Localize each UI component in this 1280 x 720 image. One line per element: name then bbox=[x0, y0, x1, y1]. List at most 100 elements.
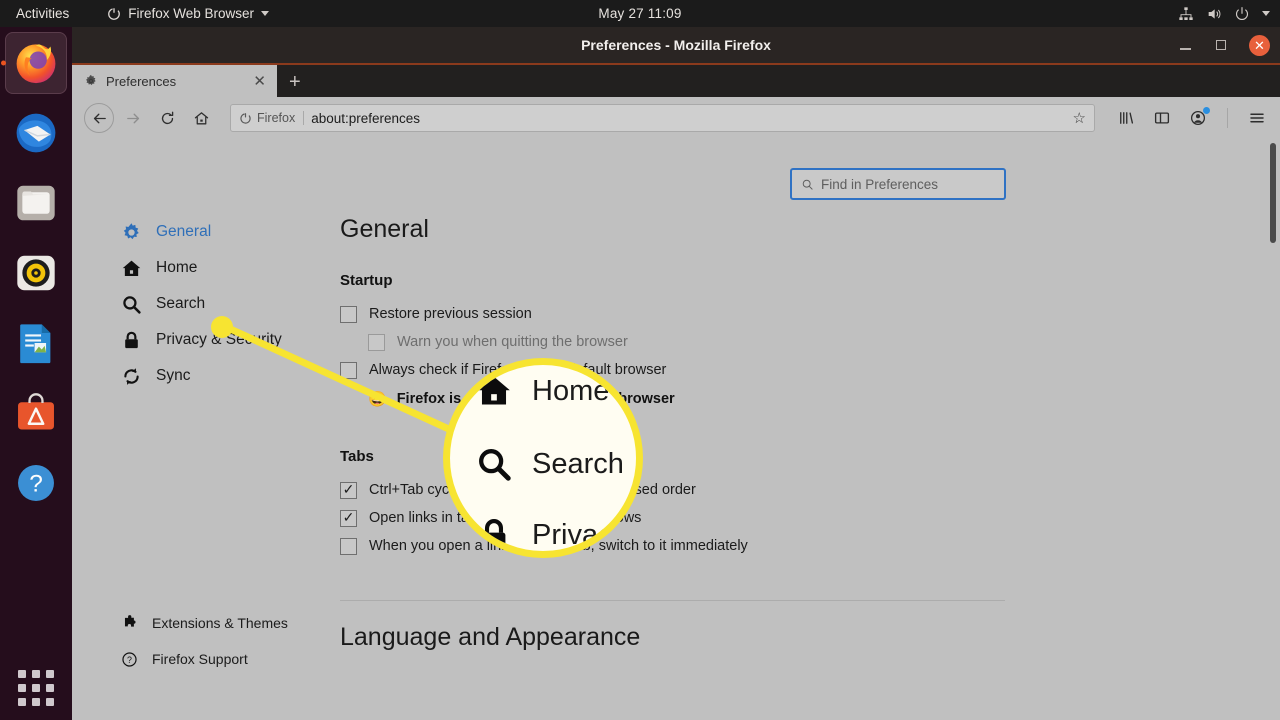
grid-dot bbox=[32, 670, 40, 678]
reload-icon bbox=[161, 111, 173, 124]
grid-dot bbox=[46, 670, 54, 678]
sidebar-item-extensions-themes[interactable]: Extensions & Themes bbox=[112, 611, 352, 635]
firefox-window: Preferences - Mozilla Firefox ✕ Preferen… bbox=[72, 27, 1280, 720]
checkbox-row-default-browser-check[interactable]: Always check if Firefox is your default … bbox=[340, 356, 1020, 384]
language-appearance-heading: Language and Appearance bbox=[340, 623, 641, 651]
forward-arrow-icon bbox=[126, 113, 139, 123]
hamburger-menu-icon bbox=[1250, 113, 1264, 123]
checkmark-icon: ✓ bbox=[342, 481, 355, 497]
minimize-button[interactable] bbox=[1177, 37, 1193, 53]
tabs-heading: Tabs bbox=[340, 448, 374, 465]
navigation-toolbar: Firefox about:preferences ☆ bbox=[72, 97, 1280, 139]
bookmark-star-icon[interactable]: ☆ bbox=[1073, 109, 1086, 127]
sidebar-item-label: Home bbox=[156, 259, 198, 276]
volume-icon bbox=[1208, 8, 1221, 19]
checkbox[interactable]: ✓ bbox=[340, 481, 357, 499]
close-button[interactable]: ✕ bbox=[1249, 34, 1270, 56]
checkbox-row-ctrl-tab[interactable]: ✓ Ctrl+Tab cycles through tabs in recent… bbox=[340, 476, 1020, 504]
sidebar-item-label: Extensions & Themes bbox=[152, 615, 288, 631]
checkbox-label: Restore previous session bbox=[369, 306, 532, 322]
toolbar-divider bbox=[1227, 108, 1228, 128]
identity-chip[interactable]: Firefox bbox=[239, 111, 305, 125]
magnifier-callout: Home Search Privacy bbox=[443, 358, 643, 558]
home-button[interactable] bbox=[186, 103, 216, 133]
forward-button[interactable] bbox=[118, 103, 148, 133]
checkbox[interactable] bbox=[368, 333, 385, 351]
account-notification-dot bbox=[1203, 107, 1210, 114]
checkmark-icon: ✓ bbox=[342, 509, 355, 525]
window-title: Preferences - Mozilla Firefox bbox=[581, 37, 771, 53]
sidebar-item-firefox-support[interactable]: ? Firefox Support bbox=[112, 647, 352, 671]
firefox-icon bbox=[240, 112, 251, 124]
checkbox-row-warn-quitting[interactable]: Warn you when quitting the browser bbox=[340, 328, 1020, 356]
gear-icon bbox=[120, 221, 142, 243]
dock-item-libreoffice-writer[interactable] bbox=[5, 312, 67, 374]
grid-dot bbox=[46, 698, 54, 706]
back-button[interactable] bbox=[84, 103, 114, 133]
grid-dot bbox=[32, 684, 40, 692]
sidebar-icon[interactable] bbox=[1151, 107, 1173, 129]
preferences-sidebar-bottom: Extensions & Themes ? Firefox Support bbox=[112, 611, 352, 671]
close-icon[interactable]: ✕ bbox=[250, 74, 269, 89]
checkbox[interactable] bbox=[340, 305, 357, 323]
grid-dot bbox=[18, 684, 26, 692]
svg-text:?: ? bbox=[127, 654, 132, 664]
grid-dot bbox=[18, 670, 26, 678]
scrollbar[interactable] bbox=[1266, 139, 1280, 720]
firefox-icon bbox=[16, 44, 56, 84]
libreoffice-writer-icon bbox=[20, 324, 51, 364]
grid-dot bbox=[46, 684, 54, 692]
new-tab-button[interactable]: + bbox=[277, 72, 313, 92]
files-icon bbox=[17, 185, 55, 221]
ubuntu-dock: ? bbox=[0, 27, 72, 720]
puzzle-icon bbox=[120, 614, 138, 632]
system-status-area[interactable] bbox=[1178, 6, 1270, 22]
reload-button[interactable] bbox=[152, 103, 182, 133]
sidebar-item-sync[interactable]: Sync bbox=[112, 359, 342, 393]
account-icon[interactable] bbox=[1187, 107, 1210, 129]
sidebar-item-search[interactable]: Search bbox=[112, 287, 342, 321]
default-browser-status: 😃 Firefox is currently your default brow… bbox=[340, 384, 1020, 414]
app-menu-button[interactable] bbox=[1246, 107, 1268, 129]
checkbox-row-switch-to-new-tab[interactable]: When you open a link in a new tab, switc… bbox=[340, 532, 1020, 560]
callout-origin-dot bbox=[211, 316, 233, 338]
dock-item-rhythmbox[interactable] bbox=[5, 242, 67, 304]
dock-item-ubuntu-software[interactable] bbox=[5, 382, 67, 444]
checkbox[interactable] bbox=[340, 537, 357, 555]
find-in-preferences-box[interactable]: Find in Preferences bbox=[790, 168, 1006, 200]
svg-text:?: ? bbox=[29, 471, 43, 498]
tab-strip: Preferences ✕ + bbox=[72, 63, 1280, 97]
maximize-button[interactable] bbox=[1213, 37, 1229, 53]
checkbox-row-open-links-in-tabs[interactable]: ✓ Open links in tabs instead of new wind… bbox=[340, 504, 1020, 532]
scrollbar-thumb[interactable] bbox=[1270, 143, 1276, 243]
checkbox-row-restore-session[interactable]: Restore previous session bbox=[340, 300, 1020, 328]
identity-chip-label: Firefox bbox=[257, 111, 296, 125]
library-icon[interactable] bbox=[1115, 107, 1137, 129]
dock-item-help[interactable]: ? bbox=[5, 452, 67, 514]
maximize-icon bbox=[1216, 40, 1226, 50]
clock[interactable]: May 27 11:09 bbox=[0, 6, 1280, 21]
sidebar-item-general[interactable]: General bbox=[112, 215, 342, 249]
power-icon bbox=[1236, 6, 1248, 20]
rhythmbox-icon bbox=[17, 255, 55, 291]
sidebar-item-home[interactable]: Home bbox=[112, 251, 342, 285]
network-icon bbox=[1179, 6, 1193, 20]
search-icon bbox=[474, 444, 514, 484]
page-title: General bbox=[340, 215, 429, 243]
home-icon bbox=[120, 257, 142, 279]
tab-preferences[interactable]: Preferences ✕ bbox=[72, 65, 277, 97]
gnome-top-bar: Activities Firefox Web Browser May 27 11… bbox=[0, 0, 1280, 27]
dock-item-files[interactable] bbox=[5, 172, 67, 234]
show-applications-button[interactable] bbox=[12, 664, 60, 712]
library-glyph-icon bbox=[1120, 112, 1134, 124]
address-bar[interactable]: Firefox about:preferences ☆ bbox=[230, 104, 1095, 132]
dock-item-thunderbird[interactable] bbox=[5, 102, 67, 164]
toolbar-icons bbox=[1109, 107, 1268, 129]
checkbox[interactable] bbox=[340, 361, 357, 379]
tab-title: Preferences bbox=[106, 73, 177, 89]
dock-item-firefox[interactable] bbox=[5, 32, 67, 94]
ubuntu-software-icon bbox=[18, 393, 54, 430]
search-input[interactable]: Find in Preferences bbox=[821, 177, 938, 192]
url-text[interactable]: about:preferences bbox=[311, 111, 1065, 126]
checkbox[interactable]: ✓ bbox=[340, 509, 357, 527]
